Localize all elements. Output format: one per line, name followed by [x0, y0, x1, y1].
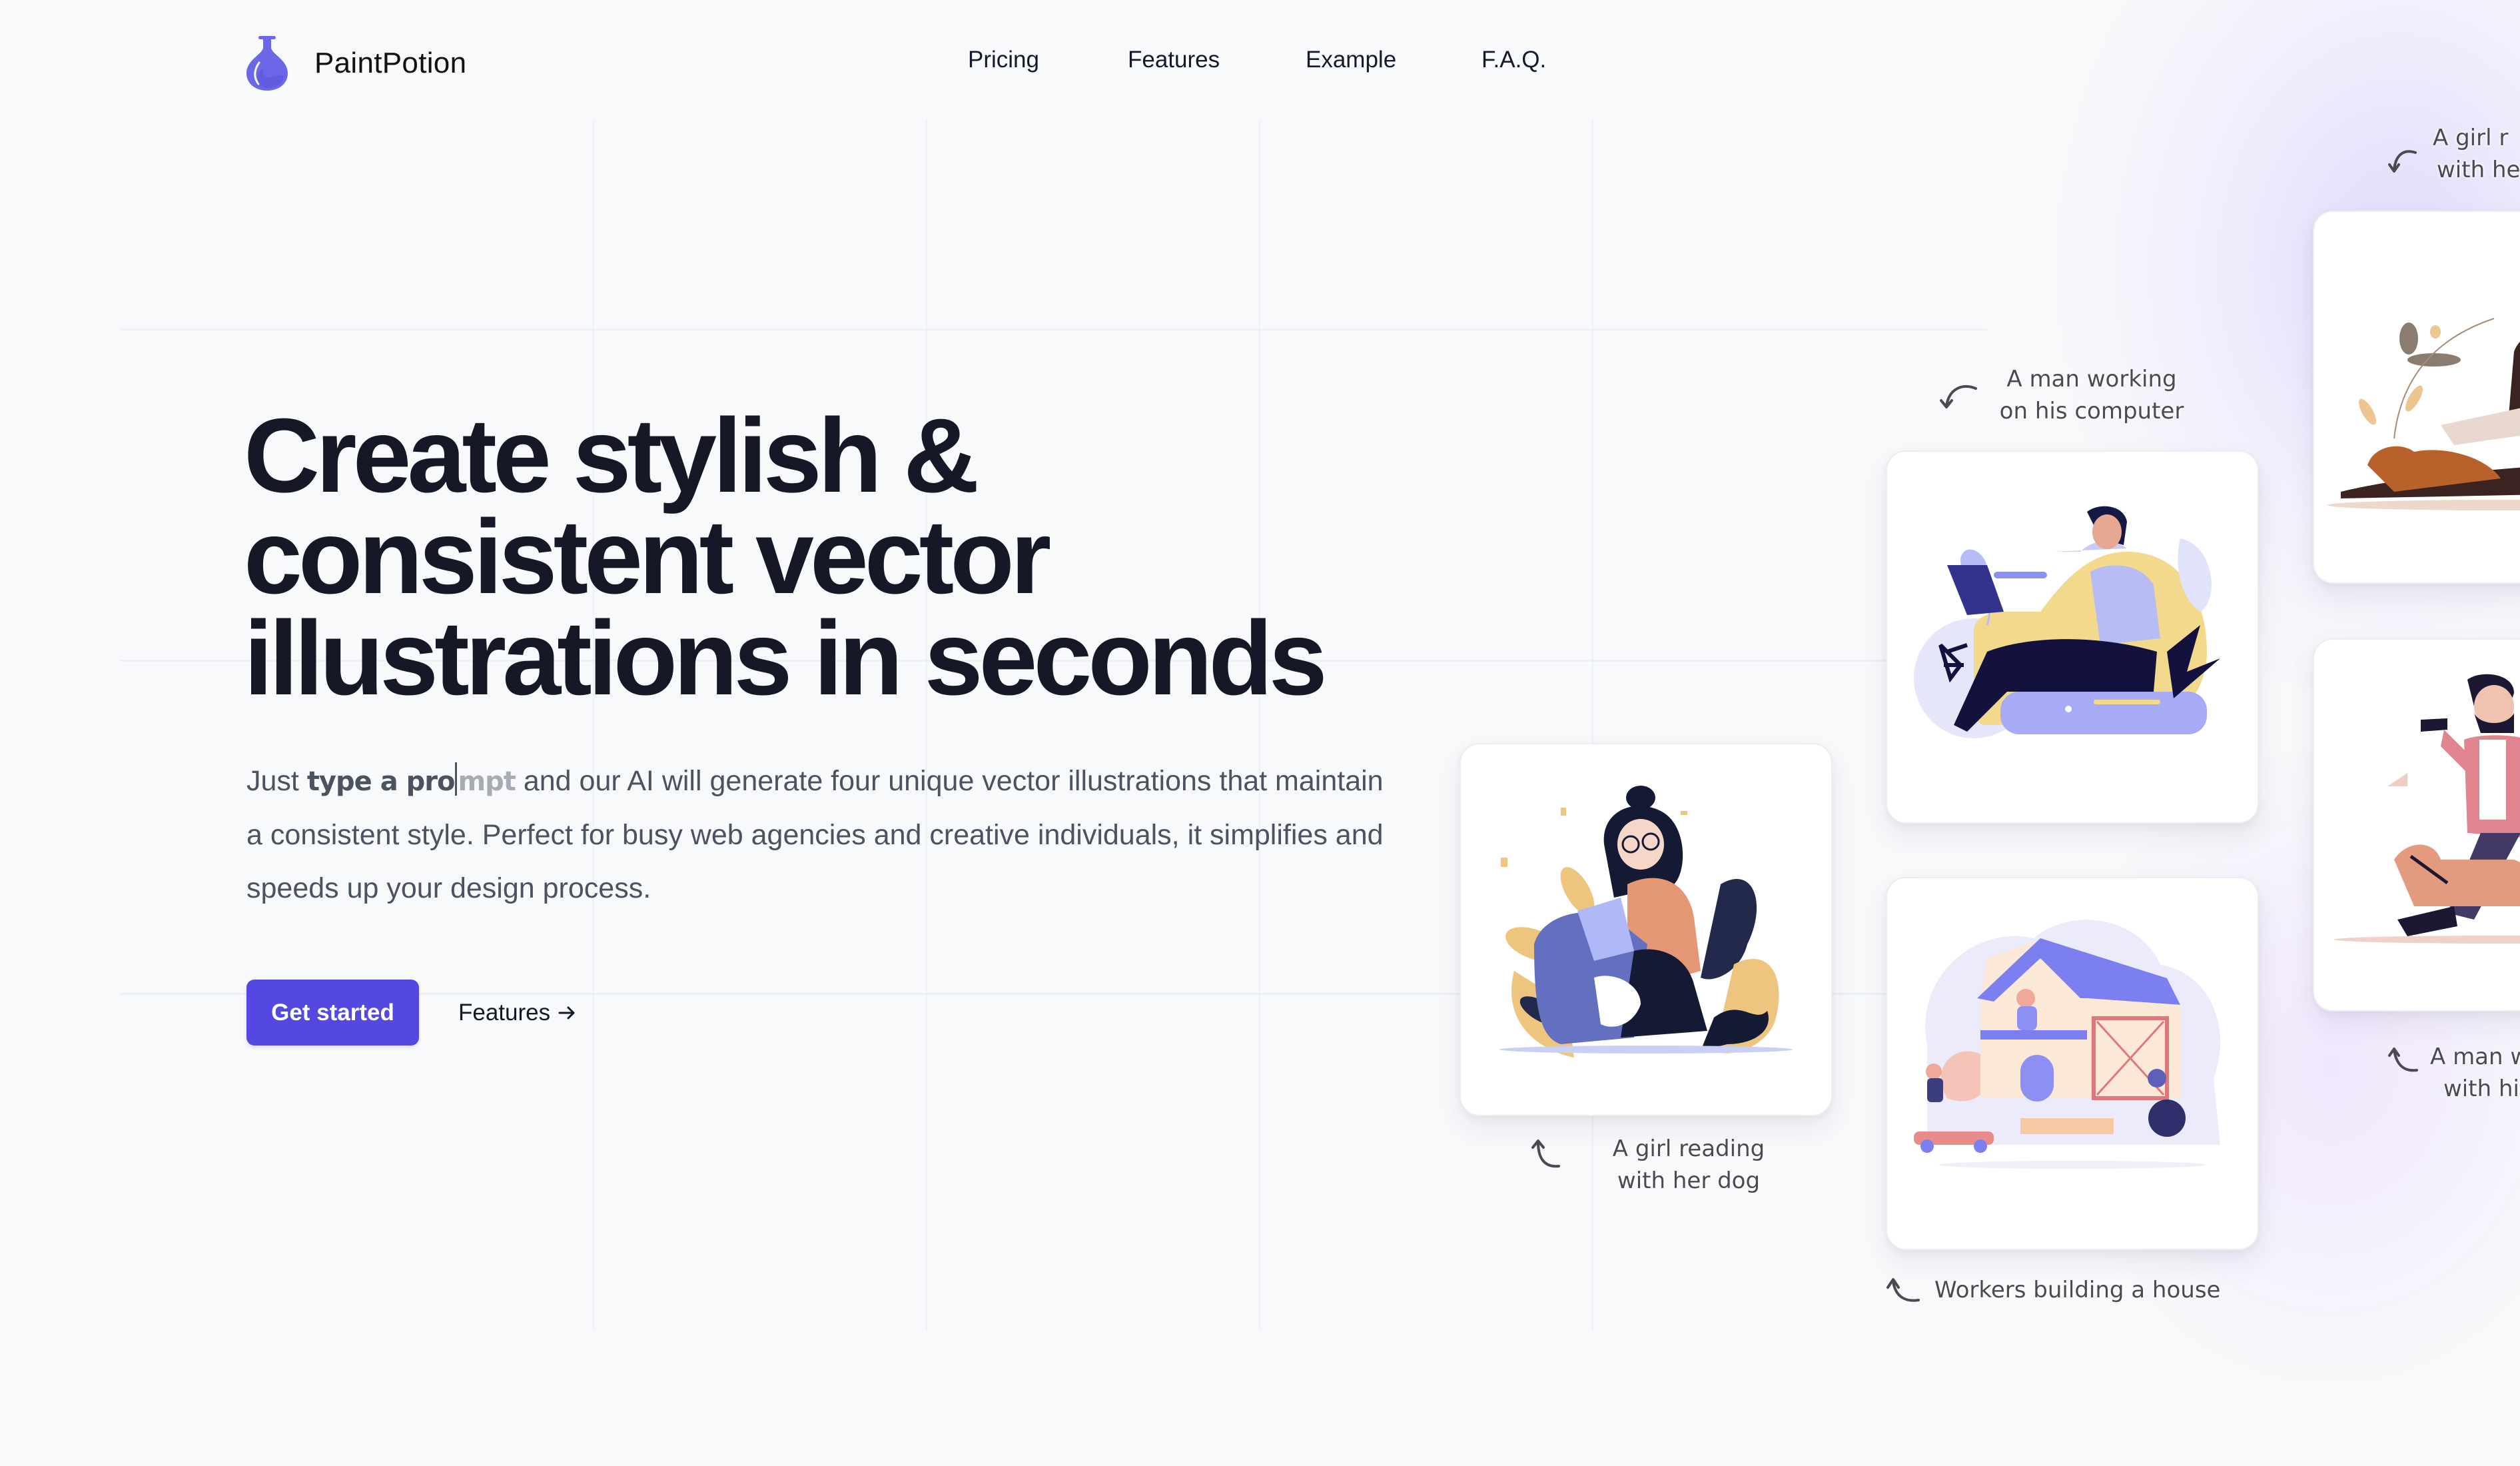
nav-item-example[interactable]: Example	[1306, 47, 1396, 73]
grid-line	[120, 329, 1987, 331]
example-card[interactable]	[1460, 743, 1833, 1116]
curved-arrow-icon	[2388, 1048, 2418, 1072]
workers-building-house-illustration	[1914, 920, 2221, 1169]
grid-line	[926, 120, 927, 1330]
nav-item-pricing[interactable]: Pricing	[968, 47, 1039, 73]
brand-name: PaintPotion	[314, 47, 467, 79]
nav-item-features[interactable]: Features	[1128, 47, 1220, 73]
example-card[interactable]	[1886, 877, 2259, 1250]
typed-prompt-text: type a pro	[306, 766, 456, 797]
hero-headline: Create stylish & consistent vector illus…	[244, 403, 1376, 711]
example-caption: Workers building a house	[1885, 1274, 2285, 1306]
curved-arrow-icon	[1531, 1139, 1560, 1168]
example-card[interactable]	[1886, 450, 2259, 824]
example-card[interactable]	[2313, 638, 2520, 1012]
example-caption: A girl reading with her dog	[1525, 1133, 1805, 1197]
example-caption: A girl r with he	[2386, 122, 2520, 186]
typing-caret	[455, 762, 458, 796]
girl-reading-illustration	[1499, 786, 1793, 1058]
caption-line: Workers building a house	[1934, 1277, 2221, 1303]
girl-reading-dog-illustration	[2327, 318, 2520, 510]
arrow-right-icon	[558, 1006, 575, 1020]
lead-prefix: Just	[246, 765, 307, 797]
man-walking-dog-illustration	[2334, 674, 2520, 944]
man-working-illustration	[1914, 506, 2220, 738]
example-caption: A man working on his computer	[1932, 363, 2212, 427]
example-caption: A man w with hi	[2386, 1041, 2520, 1105]
typed-prompt-ghost: mpt	[458, 766, 516, 797]
flask-icon	[246, 36, 288, 91]
brand-logo-link[interactable]: PaintPotion	[245, 35, 466, 92]
get-started-button[interactable]: Get started	[246, 980, 419, 1046]
nav-item-faq[interactable]: F.A.Q.	[1481, 47, 1546, 73]
features-link-button[interactable]: Features	[458, 992, 577, 1034]
curved-arrow-icon	[1887, 1278, 1920, 1302]
grid-line	[593, 120, 594, 1330]
features-link-label: Features	[458, 1000, 551, 1026]
headline-line: illustrations in seconds	[244, 600, 1328, 717]
headline-line: Create stylish &	[244, 397, 979, 514]
grid-line	[1259, 120, 1260, 1330]
curved-arrow-icon	[2388, 150, 2417, 173]
hero-description: Just type a pro mpt and our AI will gener…	[246, 754, 1392, 915]
example-card[interactable]	[2313, 211, 2520, 584]
curved-arrow-icon	[1940, 385, 1977, 408]
headline-line: consistent vector	[244, 498, 1051, 616]
